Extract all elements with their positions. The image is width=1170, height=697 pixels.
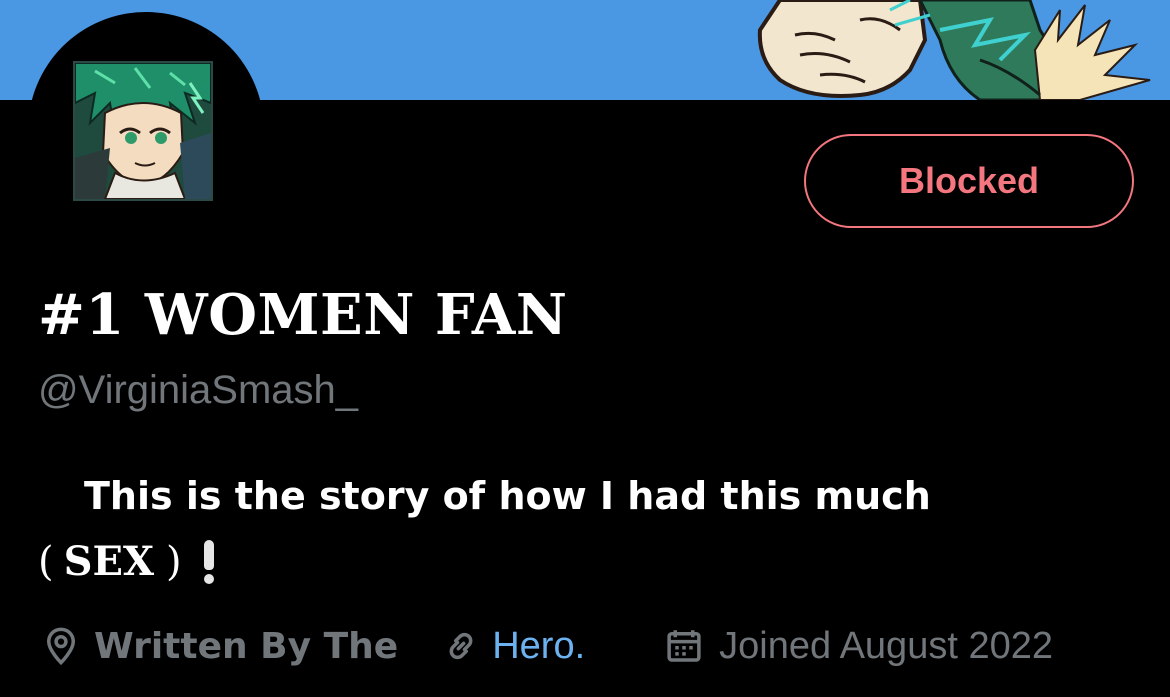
website-link[interactable]: Hero.	[492, 625, 585, 668]
location-item: Written By The	[40, 625, 398, 667]
exclamation-emoji-icon	[203, 540, 214, 584]
avatar[interactable]	[73, 61, 213, 201]
avatar-image	[75, 63, 211, 199]
link-icon	[449, 632, 473, 660]
joined-date: Joined August 2022	[719, 624, 1053, 667]
bio-word: SEX	[63, 538, 155, 585]
bio-open-paren: (	[38, 539, 54, 585]
banner-artwork	[757, 0, 1151, 100]
blocked-button[interactable]: Blocked	[804, 134, 1134, 228]
bio-line: This is the story of how I had this much	[84, 474, 931, 518]
username-handle: @VirginiaSmash_	[38, 368, 359, 412]
display-name: #1 WOMEN FAN	[38, 282, 568, 348]
profile-bio: This is the story of how I had this much…	[38, 470, 1128, 588]
calendar-icon	[667, 630, 701, 662]
location-text: Written By The	[94, 625, 399, 667]
location-pin-icon	[46, 627, 76, 666]
profile-metadata: Written By The Hero. Joined August 2022	[40, 618, 1053, 674]
bio-line: ( SEX )	[38, 536, 1128, 588]
joined-item: Joined August 2022	[663, 625, 1053, 668]
website-item[interactable]: Hero.	[440, 625, 585, 668]
bio-close-paren: )	[166, 539, 182, 585]
